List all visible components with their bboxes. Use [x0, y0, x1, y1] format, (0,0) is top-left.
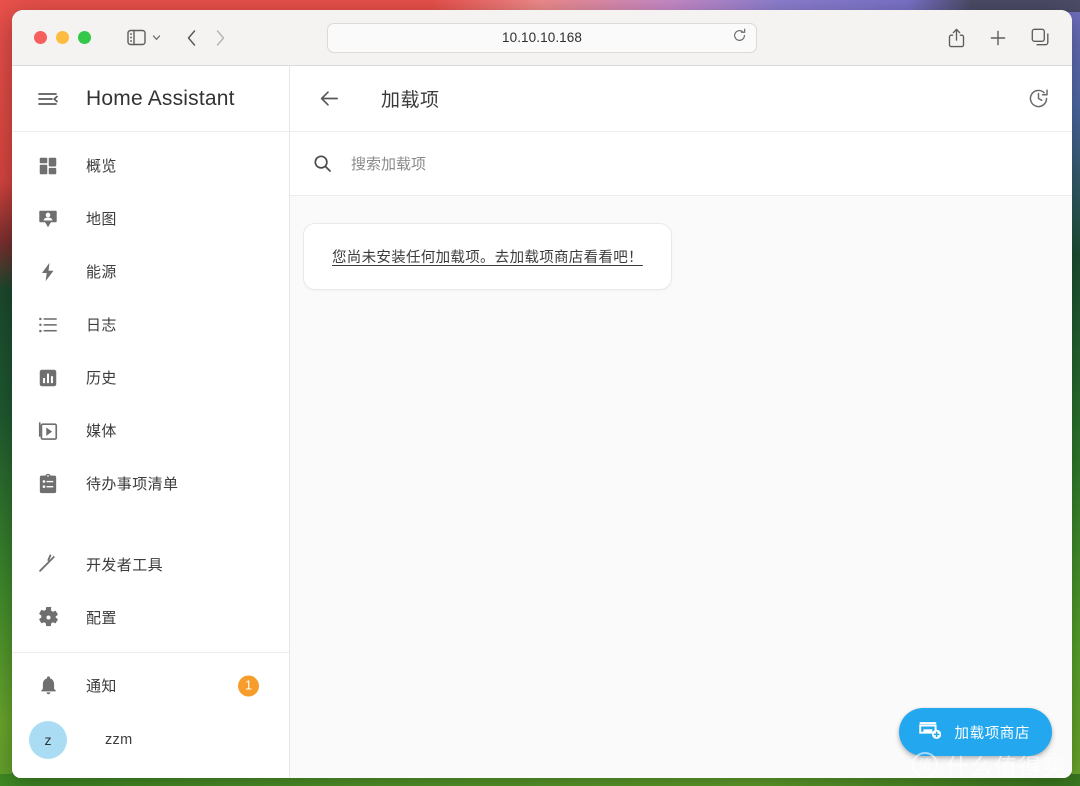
map-marker-account-icon: [36, 207, 60, 231]
play-box-multiple-icon: [36, 419, 60, 443]
search-input[interactable]: [351, 154, 771, 173]
sidebar-toggle-icon[interactable]: [127, 29, 146, 46]
ha-main-content: 加载项 搜索加载项 您尚未安装任何加载项。去加载项商店看看吧！ 加载项商店: [290, 66, 1072, 778]
sidebar-item-todo[interactable]: 待办事项清单: [12, 457, 289, 510]
lightning-bolt-icon: [36, 260, 60, 284]
browser-navigation-buttons: [185, 28, 227, 48]
sidebar-item-developer-tools[interactable]: 开发者工具: [12, 538, 289, 591]
plus-icon[interactable]: [989, 29, 1007, 47]
ha-sidebar: Home Assistant 概览 地图 能源 日志 历史 媒体 待办事项清单 …: [12, 66, 290, 778]
notification-badge: 1: [238, 675, 259, 696]
store-plus-icon: [917, 718, 941, 747]
chevron-down-icon[interactable]: [150, 31, 163, 44]
sidebar-item-user-profile[interactable]: z zzm: [12, 712, 289, 768]
address-bar[interactable]: 10.10.10.168: [327, 22, 757, 53]
share-icon[interactable]: [948, 28, 965, 48]
ha-page-toolbar: 加载项: [290, 66, 1072, 132]
hammer-icon: [36, 553, 60, 577]
chart-box-icon: [36, 366, 60, 390]
addon-store-fab[interactable]: 加载项商店: [898, 708, 1052, 756]
browser-toolbar-actions: [948, 28, 1050, 48]
maximize-window-button[interactable]: [78, 31, 91, 44]
sidebar-toggle-group: [127, 29, 163, 46]
sidebar-item-notifications[interactable]: 通知 1: [12, 659, 289, 712]
sidebar-title: Home Assistant: [86, 86, 235, 110]
back-navigation-icon[interactable]: [185, 28, 198, 48]
sidebar-item-history[interactable]: 历史: [12, 351, 289, 404]
safari-browser-window: 10.10.10.168 Home Assistant 概览 地图 能源 日志 …: [12, 10, 1072, 778]
sidebar-item-label: 日志: [86, 316, 117, 334]
sidebar-item-label: 历史: [86, 369, 117, 387]
sidebar-item-media[interactable]: 媒体: [12, 404, 289, 457]
desktop-background: 10.10.10.168 Home Assistant 概览 地图 能源 日志 …: [0, 0, 1080, 786]
cog-icon: [36, 606, 60, 630]
tab-overview-icon[interactable]: [1031, 28, 1050, 47]
minimize-window-button[interactable]: [56, 31, 69, 44]
sidebar-item-label: 通知: [86, 677, 117, 695]
close-window-button[interactable]: [34, 31, 47, 44]
view-dashboard-icon: [36, 154, 60, 178]
sidebar-nav-list: 概览 地图 能源 日志 历史 媒体 待办事项清单 开发者工具 配置: [12, 132, 289, 652]
window-traffic-lights: [34, 31, 91, 44]
format-list-bulleted-icon: [36, 313, 60, 337]
sidebar-item-label: 配置: [86, 609, 117, 627]
browser-toolbar: 10.10.10.168: [12, 10, 1072, 66]
sidebar-item-map[interactable]: 地图: [12, 192, 289, 245]
forward-navigation-icon: [214, 28, 227, 48]
empty-addons-card: 您尚未安装任何加载项。去加载项商店看看吧！: [303, 223, 672, 290]
addons-content-area: 您尚未安装任何加载项。去加载项商店看看吧！ 加载项商店: [290, 196, 1072, 778]
address-bar-text: 10.10.10.168: [501, 30, 583, 45]
sidebar-item-settings[interactable]: 配置: [12, 591, 289, 644]
fab-label: 加载项商店: [954, 725, 1030, 742]
sidebar-item-label: 概览: [86, 157, 117, 175]
back-button[interactable]: [318, 87, 341, 110]
restore-clock-icon[interactable]: [1027, 87, 1050, 110]
reload-icon[interactable]: [732, 28, 747, 48]
clipboard-list-icon: [36, 472, 60, 496]
search-bar: [290, 132, 1072, 196]
sidebar-item-overview[interactable]: 概览: [12, 139, 289, 192]
sidebar-section-divider: [12, 510, 289, 538]
sidebar-item-label: 待办事项清单: [86, 475, 179, 493]
sidebar-footer: 通知 1 z zzm: [12, 652, 289, 778]
sidebar-item-label: 地图: [86, 210, 117, 228]
empty-addons-link[interactable]: 您尚未安装任何加载项。去加载项商店看看吧！: [332, 250, 643, 266]
wallpaper-left-band: [0, 10, 12, 786]
page-title: 加载项: [381, 89, 440, 111]
ha-toolbar-actions: [1027, 87, 1050, 110]
bell-icon: [36, 674, 60, 698]
menu-collapse-icon[interactable]: [36, 87, 60, 111]
sidebar-item-logbook[interactable]: 日志: [12, 298, 289, 351]
avatar: z: [29, 721, 67, 759]
sidebar-item-label: 媒体: [86, 422, 117, 440]
search-icon: [312, 153, 333, 174]
page-viewport: Home Assistant 概览 地图 能源 日志 历史 媒体 待办事项清单 …: [12, 66, 1072, 778]
sidebar-item-energy[interactable]: 能源: [12, 245, 289, 298]
sidebar-header: Home Assistant: [12, 66, 289, 132]
sidebar-item-label: 能源: [86, 263, 117, 281]
user-name-label: zzm: [105, 732, 133, 748]
sidebar-item-label: 开发者工具: [86, 556, 164, 574]
